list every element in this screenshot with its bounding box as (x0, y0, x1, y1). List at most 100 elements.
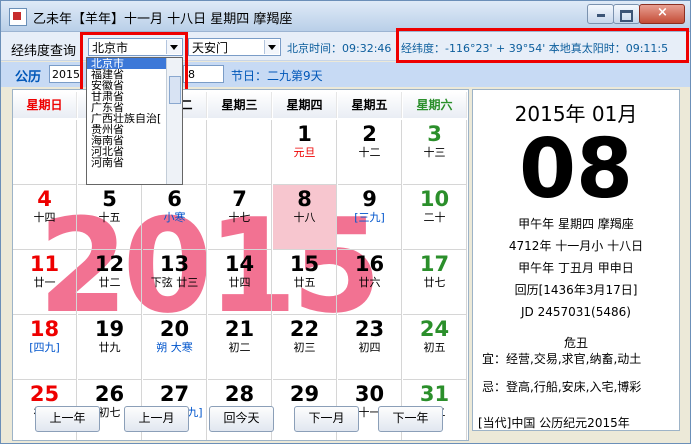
lunar-date: 初四 (358, 341, 381, 354)
calendar-day-cell[interactable]: 4 十四 (13, 185, 77, 250)
lunar-date: 十五 (98, 211, 121, 224)
beijing-time-label: 北京时间： (287, 42, 342, 55)
day-number: 23 (354, 317, 385, 341)
maximize-icon (620, 10, 633, 22)
lunar-date: 廿七 (423, 276, 446, 289)
calendar-day-cell[interactable]: 15 廿五 (273, 250, 337, 315)
coordinate-highlight (396, 28, 689, 63)
day-number: 3 (427, 122, 442, 146)
day-number: 21 (224, 317, 255, 341)
lunar-date: 朔 大寒 (156, 341, 193, 354)
calendar-day-cell[interactable]: 11 廿一 (13, 250, 77, 315)
lunar-date: 小寒 (163, 211, 186, 224)
day-number: 4 (37, 187, 52, 211)
next-year-button[interactable]: 下一年 (378, 406, 443, 432)
calendar-day-cell[interactable]: 14 廿四 (208, 250, 272, 315)
lunar-date: 初二 (228, 341, 251, 354)
today-button[interactable]: 回今天 (209, 406, 274, 432)
calendar-day-cell[interactable]: 2 十二 (338, 120, 402, 185)
prev-month-button[interactable]: 上一月 (124, 406, 189, 432)
close-button[interactable]: × (639, 4, 685, 24)
lunar-date: 廿五 (293, 276, 316, 289)
day-number: 25 (29, 382, 60, 406)
ganzhi-line: 甲午年 星期四 摩羯座 (518, 217, 634, 231)
day-number: 10 (419, 187, 450, 211)
prev-year-button[interactable]: 上一年 (35, 406, 100, 432)
lunar-date: 廿九 (98, 341, 121, 354)
lunar-date: 元旦 (293, 146, 316, 159)
chevron-down-icon[interactable] (264, 40, 279, 54)
calendar-day-cell[interactable]: 1 元旦 (273, 120, 337, 185)
calendar-day-cell[interactable]: 8 十八 (273, 185, 337, 250)
calendar-day-cell[interactable]: 20 朔 大寒 (143, 315, 207, 380)
day-number: 8 (297, 187, 312, 211)
year-input[interactable]: 2015 (49, 65, 83, 83)
day-number: 13 (159, 252, 190, 276)
city-selected-value: 天安门 (192, 41, 229, 55)
calendar-cell-empty (208, 120, 272, 185)
weekday-label: 星期日 (13, 92, 77, 118)
day-number: 5 (102, 187, 117, 211)
calendar-day-cell[interactable]: 10 二十 (403, 185, 467, 250)
day-number: 16 (354, 252, 385, 276)
date-detail-panel: 2015年 01月 08 甲午年 星期四 摩羯座 4712年 十一月小 十八日 … (472, 89, 680, 431)
day-number: 9 (362, 187, 377, 211)
calendar-day-cell[interactable]: 18 [四九] (13, 315, 77, 380)
maximize-button[interactable] (613, 4, 640, 24)
julian-day-line: JD 2457031(5486) (521, 305, 631, 319)
calendar-day-cell[interactable]: 24 初五 (403, 315, 467, 380)
calendar-cell-empty (13, 120, 77, 185)
day-number: 28 (224, 382, 255, 406)
stem-branch-line: 甲午年 丁丑月 甲申日 (518, 261, 634, 275)
day-number: 6 (167, 187, 182, 211)
calendar-day-cell[interactable]: 22 初三 (273, 315, 337, 380)
day-number: 7 (232, 187, 247, 211)
weekday-label: 星期五 (338, 92, 402, 118)
day-number: 19 (94, 317, 125, 341)
calendar-day-cell[interactable]: 16 廿六 (338, 250, 402, 315)
day-number: 2 (362, 122, 377, 146)
lunar-date: 十二 (358, 146, 381, 159)
day-number: 29 (289, 382, 320, 406)
lunar-date: [四九] (29, 341, 60, 354)
lunar-date: 下弦 廿三 (150, 276, 199, 289)
dropdown-scrollbar[interactable] (166, 58, 182, 184)
day-number: 20 (159, 317, 190, 341)
hijri-line: 回历[1436年3月17日] (514, 283, 638, 297)
calendar-day-cell[interactable]: 9 [三九] (338, 185, 402, 250)
lunar-date: 十八 (293, 211, 316, 224)
lunar-date: 廿二 (98, 276, 121, 289)
calendar-grid: 星期日星期一星期二星期三星期四星期五星期六 2015 1元旦2十二3十三4十四5… (12, 89, 469, 441)
selected-day: 08 (518, 122, 634, 217)
weekday-label: 星期四 (273, 92, 337, 118)
weekday-label: 星期三 (208, 92, 272, 118)
festival-text: 节日：二九第9天 (231, 69, 323, 83)
province-dropdown[interactable]: 北京市 福建省 安徽省 甘肃省 广东省 广西壮族自治[贵州省 海南省 河北省 河南省 (86, 57, 183, 185)
calendar-day-cell[interactable]: 12 廿二 (78, 250, 142, 315)
calendar-day-cell[interactable]: 5 十五 (78, 185, 142, 250)
era-text: [当代]中国 公历纪元2015年 (478, 416, 630, 430)
day-number: 22 (289, 317, 320, 341)
calendar-day-cell[interactable]: 6 小寒 (143, 185, 207, 250)
minimize-icon (596, 14, 605, 17)
day-number: 24 (419, 317, 450, 341)
calendar-day-cell[interactable]: 13 下弦 廿三 (143, 250, 207, 315)
calendar-day-cell[interactable]: 3 十三 (403, 120, 467, 185)
close-icon: × (657, 5, 668, 20)
minimize-button[interactable] (587, 4, 614, 24)
dropdown-scroll-thumb[interactable] (169, 76, 181, 104)
next-month-button[interactable]: 下一月 (294, 406, 359, 432)
calendar-app-icon (9, 8, 27, 26)
day-number: 27 (159, 382, 190, 406)
calendar-day-cell[interactable]: 7 十七 (208, 185, 272, 250)
calendar-day-cell[interactable]: 21 初二 (208, 315, 272, 380)
city-select[interactable]: 天安门 (188, 38, 281, 56)
bad-activities: 忌：登高,行船,安床,入宅,博彩 (482, 380, 642, 394)
calendar-day-cell[interactable]: 19 廿九 (78, 315, 142, 380)
lunar-line: 4712年 十一月小 十八日 (508, 239, 644, 253)
calendar-day-cell[interactable]: 23 初四 (338, 315, 402, 380)
month-input[interactable]: 8 (183, 65, 224, 83)
calendar-day-cell[interactable]: 17 廿七 (403, 250, 467, 315)
day-number: 11 (29, 252, 60, 276)
day-number: 26 (94, 382, 125, 406)
